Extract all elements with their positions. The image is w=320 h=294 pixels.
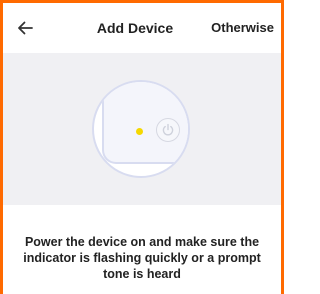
device-illustration <box>92 80 190 178</box>
arrow-left-icon <box>18 21 33 35</box>
page-title: Add Device <box>96 20 174 36</box>
power-icon <box>162 123 174 136</box>
back-button[interactable] <box>13 16 37 40</box>
instruction-text: Power the device on and make sure the in… <box>23 235 261 281</box>
device-body <box>102 82 188 164</box>
indicator-light-icon <box>136 128 143 135</box>
otherwise-button[interactable]: Otherwise <box>211 20 274 35</box>
device-illustration-area <box>3 53 281 205</box>
power-button-illustration <box>156 118 180 142</box>
add-device-screen: Add Device Otherwise Power the device on… <box>3 3 281 294</box>
top-bar: Add Device Otherwise <box>3 3 281 53</box>
app-frame: Add Device Otherwise Power the device on… <box>0 0 284 294</box>
